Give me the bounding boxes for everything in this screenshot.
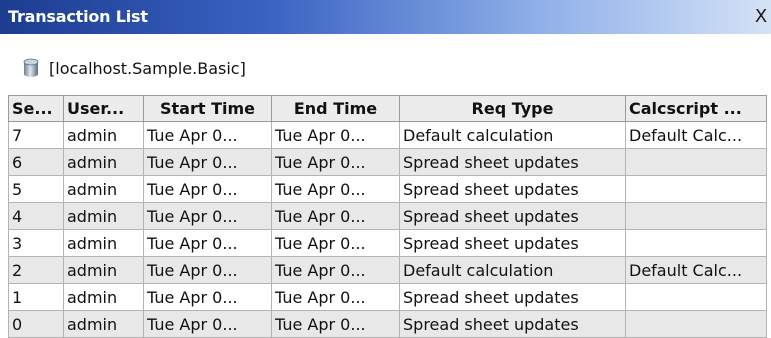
- cell-start-time: Tue Apr 0...: [143, 121, 272, 149]
- cell-end-time: Tue Apr 0...: [271, 202, 400, 230]
- cell-user: admin: [63, 283, 144, 311]
- column-header-user[interactable]: User...: [63, 95, 144, 122]
- cell-req-type: Spread sheet updates: [399, 175, 626, 203]
- cell-start-time: Tue Apr 0...: [143, 202, 272, 230]
- cell-end-time: Tue Apr 0...: [271, 310, 400, 338]
- table-row[interactable]: 4 admin Tue Apr 0... Tue Apr 0... Spread…: [8, 202, 767, 230]
- column-header-start-time[interactable]: Start Time: [143, 95, 272, 122]
- window-title: Transaction List: [8, 7, 148, 26]
- cell-user: admin: [63, 229, 144, 257]
- transaction-table: Se... User... Start Time End Time Req Ty…: [8, 95, 767, 338]
- cell-start-time: Tue Apr 0...: [143, 229, 272, 257]
- column-header-calcscript[interactable]: Calcscript ...: [625, 95, 767, 122]
- cell-sequence: 4: [8, 202, 64, 230]
- cell-user: admin: [63, 121, 144, 149]
- table-row[interactable]: 3 admin Tue Apr 0... Tue Apr 0... Spread…: [8, 229, 767, 257]
- cell-user: admin: [63, 202, 144, 230]
- cell-req-type: Spread sheet updates: [399, 202, 626, 230]
- cell-end-time: Tue Apr 0...: [271, 148, 400, 176]
- database-icon: [23, 58, 39, 77]
- table-row[interactable]: 6 admin Tue Apr 0... Tue Apr 0... Spread…: [8, 148, 767, 176]
- cell-sequence: 6: [8, 148, 64, 176]
- cell-user: admin: [63, 148, 144, 176]
- cell-req-type: Default calculation: [399, 256, 626, 284]
- cell-sequence: 1: [8, 283, 64, 311]
- cell-start-time: Tue Apr 0...: [143, 283, 272, 311]
- cell-start-time: Tue Apr 0...: [143, 148, 272, 176]
- cell-req-type: Spread sheet updates: [399, 229, 626, 257]
- table-row[interactable]: 1 admin Tue Apr 0... Tue Apr 0... Spread…: [8, 283, 767, 311]
- column-header-req-type[interactable]: Req Type: [399, 95, 626, 122]
- cell-sequence: 7: [8, 121, 64, 149]
- cell-end-time: Tue Apr 0...: [271, 121, 400, 149]
- cell-sequence: 0: [8, 310, 64, 338]
- cell-start-time: Tue Apr 0...: [143, 310, 272, 338]
- table-row[interactable]: 2 admin Tue Apr 0... Tue Apr 0... Defaul…: [8, 256, 767, 284]
- cell-sequence: 2: [8, 256, 64, 284]
- column-header-sequence[interactable]: Se...: [8, 95, 64, 122]
- cell-end-time: Tue Apr 0...: [271, 283, 400, 311]
- cell-user: admin: [63, 175, 144, 203]
- cell-calcscript: [625, 310, 767, 338]
- cell-calcscript: Default Calc...: [625, 121, 767, 149]
- cell-calcscript: [625, 148, 767, 176]
- cell-req-type: Default calculation: [399, 121, 626, 149]
- table-row[interactable]: 7 admin Tue Apr 0... Tue Apr 0... Defaul…: [8, 121, 767, 149]
- cell-start-time: Tue Apr 0...: [143, 256, 272, 284]
- close-button[interactable]: X: [751, 6, 771, 28]
- title-bar[interactable]: Transaction List X: [0, 0, 771, 34]
- cell-end-time: Tue Apr 0...: [271, 175, 400, 203]
- table-row[interactable]: 0 admin Tue Apr 0... Tue Apr 0... Spread…: [8, 310, 767, 338]
- cell-start-time: Tue Apr 0...: [143, 175, 272, 203]
- cell-end-time: Tue Apr 0...: [271, 229, 400, 257]
- column-header-end-time[interactable]: End Time: [271, 95, 400, 122]
- cell-end-time: Tue Apr 0...: [271, 256, 400, 284]
- transaction-list-window: Transaction List X [localhost.Sample.Bas…: [0, 0, 771, 338]
- table-row[interactable]: 5 admin Tue Apr 0... Tue Apr 0... Spread…: [8, 175, 767, 203]
- cell-req-type: Spread sheet updates: [399, 310, 626, 338]
- cell-sequence: 5: [8, 175, 64, 203]
- cell-req-type: Spread sheet updates: [399, 283, 626, 311]
- database-path: [localhost.Sample.Basic]: [49, 58, 246, 78]
- database-location: [localhost.Sample.Basic]: [22, 55, 246, 81]
- cell-calcscript: [625, 202, 767, 230]
- cell-calcscript: [625, 283, 767, 311]
- cell-sequence: 3: [8, 229, 64, 257]
- cell-user: admin: [63, 310, 144, 338]
- cell-calcscript: Default Calc...: [625, 256, 767, 284]
- cell-user: admin: [63, 256, 144, 284]
- table-header-row: Se... User... Start Time End Time Req Ty…: [8, 95, 767, 122]
- cell-calcscript: [625, 175, 767, 203]
- cell-calcscript: [625, 229, 767, 257]
- cell-req-type: Spread sheet updates: [399, 148, 626, 176]
